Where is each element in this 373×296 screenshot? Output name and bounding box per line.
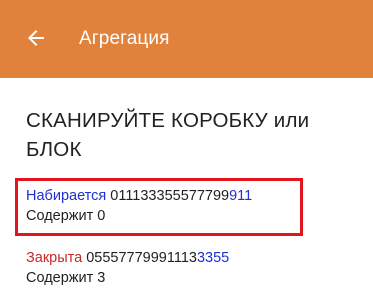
contains-count: Содержит 3 [26, 270, 106, 286]
scan-prompt: СКАНИРУЙТЕ КОРОБКУ или БЛОК [26, 106, 346, 164]
app-bar: Агрегация [0, 0, 373, 78]
scan-prompt-line-1: СКАНИРУЙТЕ КОРОБКУ или [26, 109, 310, 132]
barcode-prefix: 05557779991113 [86, 250, 197, 266]
item-header-line: Закрыта 055577799911133355 [26, 248, 229, 268]
page-title: Агрегация [79, 28, 170, 49]
status-label: Закрыта [26, 250, 83, 266]
highlight-frame [15, 178, 303, 236]
list-item[interactable]: Закрыта 055577799911133355 Содержит 3 [26, 248, 229, 288]
scan-prompt-line-2: БЛОК [26, 138, 82, 161]
arrow-left-icon[interactable] [24, 26, 48, 50]
barcode-suffix: 3355 [196, 250, 230, 266]
